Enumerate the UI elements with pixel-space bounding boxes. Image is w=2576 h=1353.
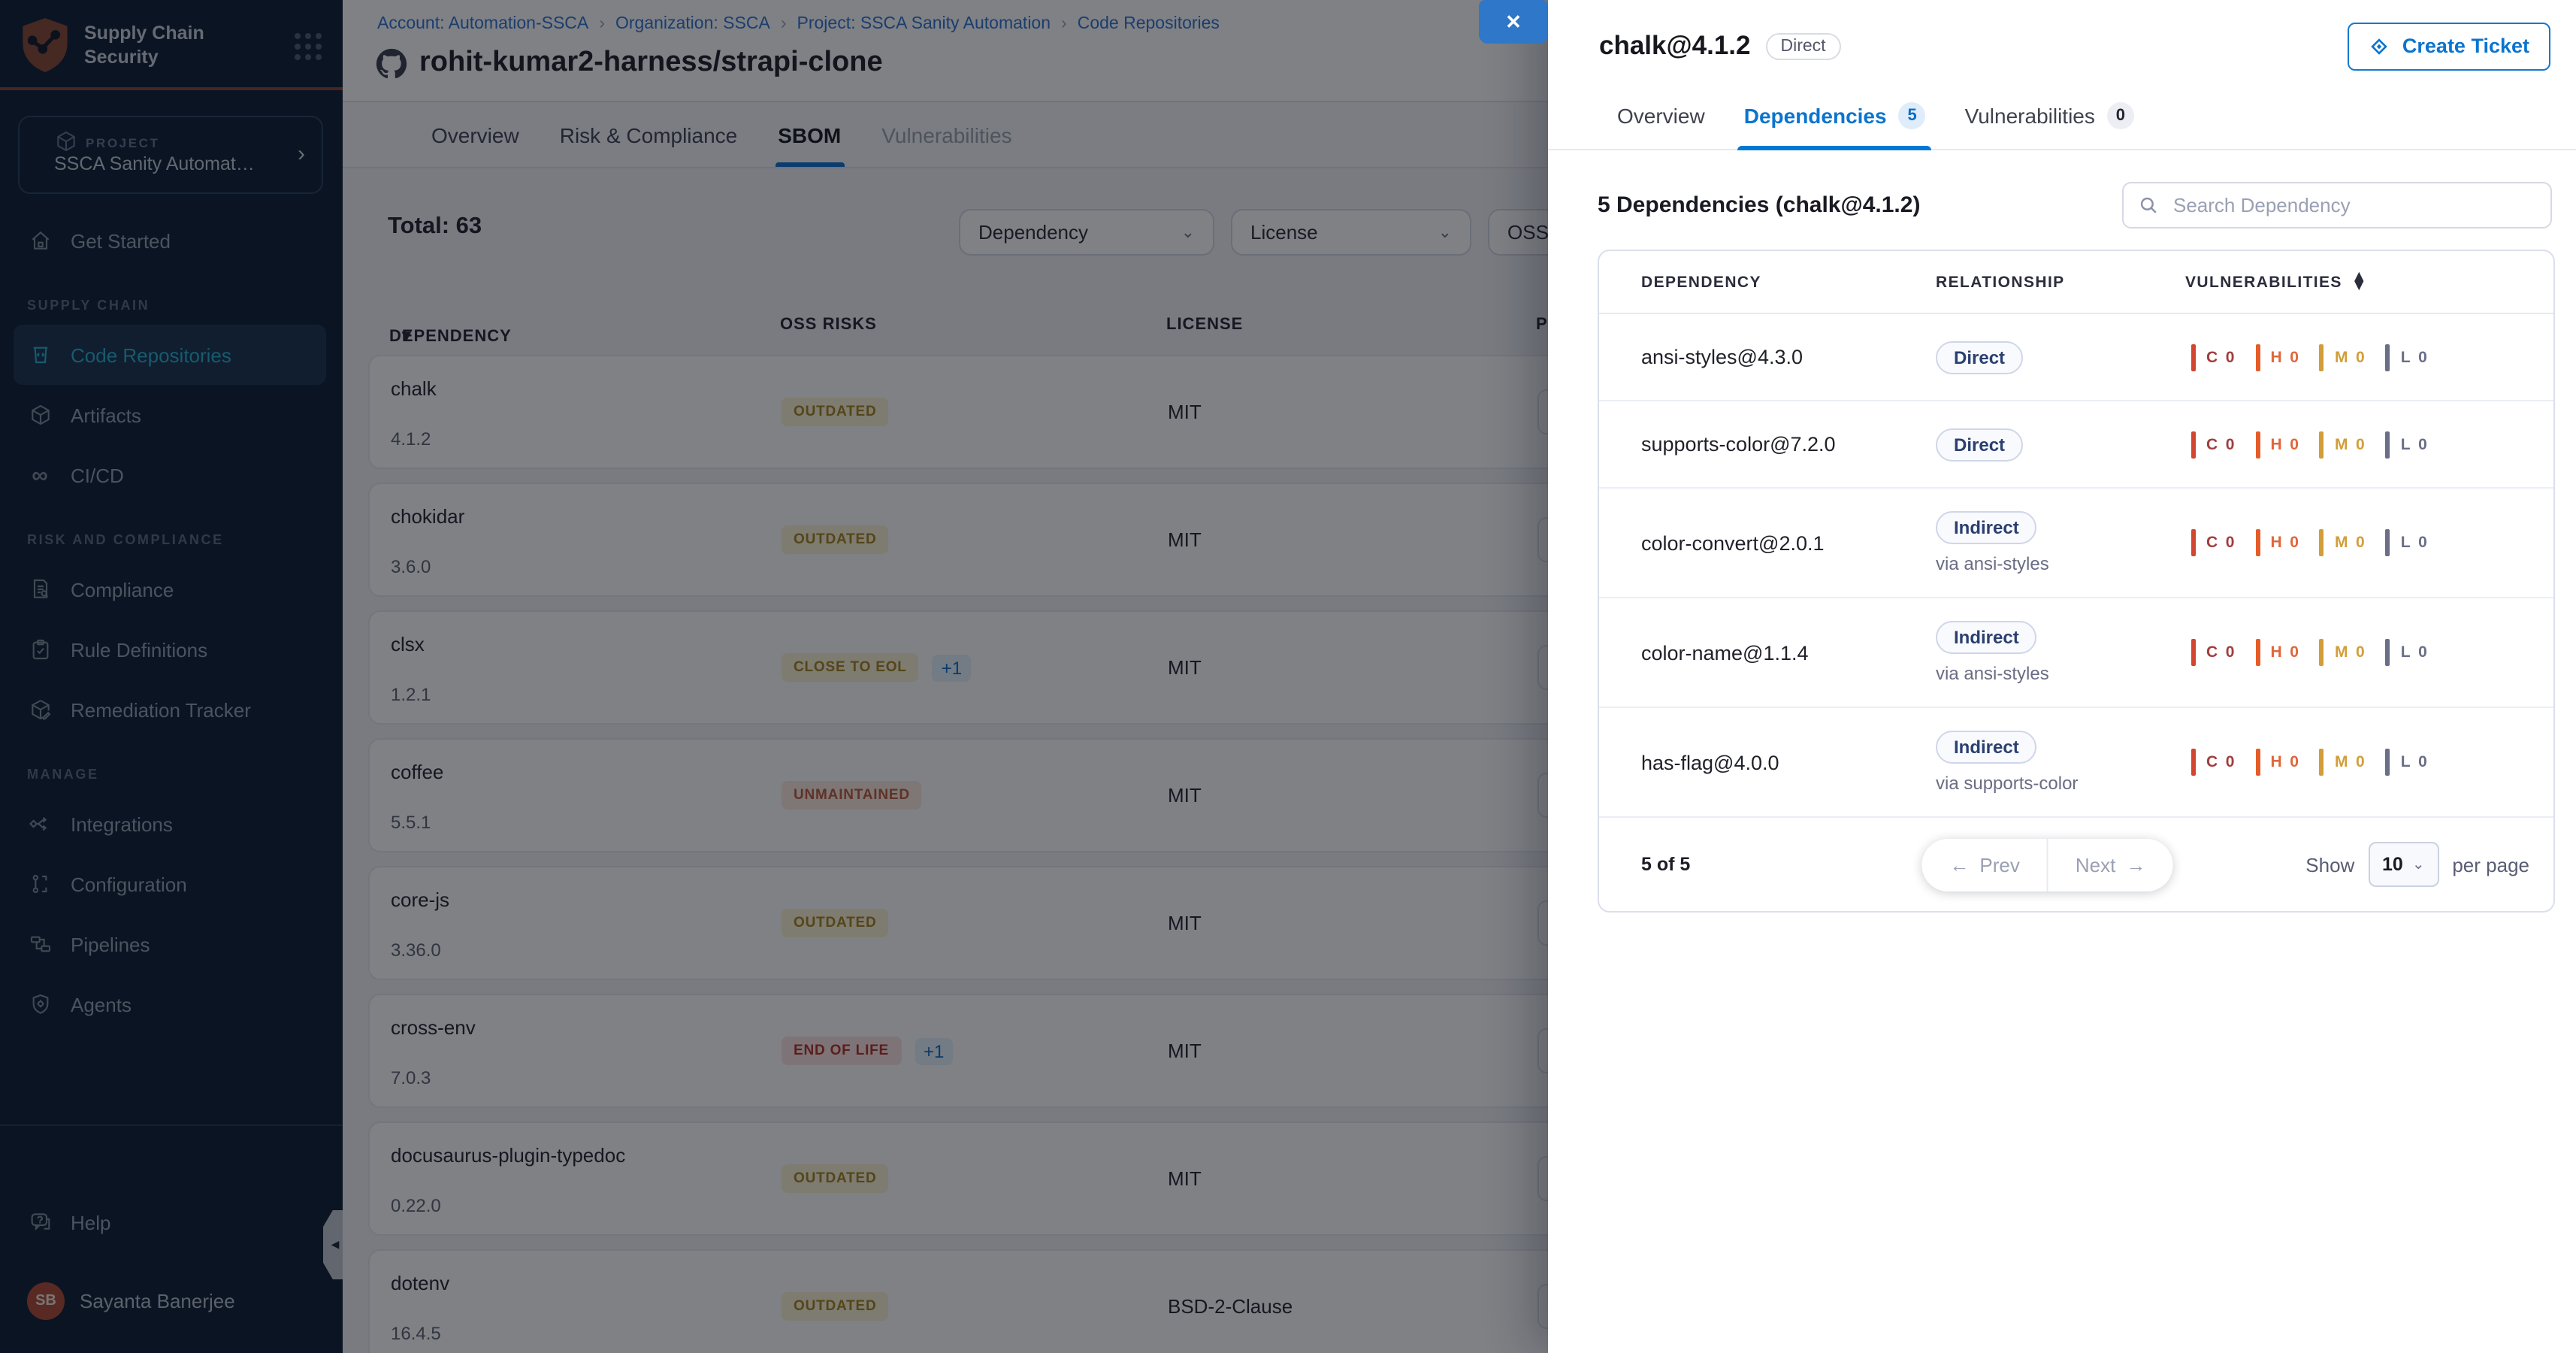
- ticket-diamond-icon: [2369, 35, 2390, 56]
- chevron-down-icon: ⌄: [2412, 856, 2425, 873]
- high-bar-icon: [2255, 749, 2260, 776]
- drawer-tab[interactable]: Overview: [1617, 102, 1705, 149]
- critical-bar-icon: [2191, 344, 2196, 371]
- drawer-tab-label: Overview: [1617, 104, 1705, 128]
- critical-bar-icon: [2191, 529, 2196, 556]
- medium-bar-icon: [2320, 749, 2324, 776]
- via-text: via ansi-styles: [1936, 663, 2049, 684]
- create-ticket-button[interactable]: Create Ticket: [2348, 22, 2550, 70]
- vulnerability-counts: C0 H0 M0 L0: [2185, 344, 2448, 371]
- search-input[interactable]: [2170, 192, 2535, 217]
- pagination: 5 of 5 ←Prev Next→ Show 10⌄ per page: [1599, 818, 2553, 911]
- dependency-name: ansi-styles@4.3.0: [1641, 346, 1936, 368]
- low-bar-icon: [2386, 344, 2390, 371]
- list-item[interactable]: supports-color@7.2.0 Direct C0 H0 M0 L0: [1599, 401, 2553, 489]
- vulnerability-counts: C0 H0 M0 L0: [2185, 529, 2448, 556]
- relationship-cell: Direct: [1936, 341, 2185, 374]
- relationship-cell: Indirect via ansi-styles: [1936, 511, 2185, 574]
- dependency-drawer: ✕ chalk@4.1.2 Direct Create Ticket Overv…: [1548, 0, 2576, 1353]
- drawer-tab-label: Dependencies: [1744, 104, 1887, 128]
- list-item[interactable]: has-flag@4.0.0 Indirect via supports-col…: [1599, 708, 2553, 818]
- col-relationship: RELATIONSHIP: [1936, 273, 2185, 291]
- relationship-pill: Indirect: [1936, 621, 2037, 654]
- medium-bar-icon: [2320, 529, 2324, 556]
- via-text: via supports-color: [1936, 773, 2078, 794]
- relationship-pill: Direct: [1936, 341, 2023, 374]
- drawer-header: chalk@4.1.2 Direct Create Ticket: [1548, 0, 2576, 69]
- high-bar-icon: [2255, 431, 2260, 458]
- search-icon: [2139, 195, 2158, 214]
- critical-bar-icon: [2191, 749, 2196, 776]
- vulnerability-counts: C0 H0 M0 L0: [2185, 639, 2448, 666]
- vulnerability-counts: C0 H0 M0 L0: [2185, 431, 2448, 458]
- drawer-tab[interactable]: Vulnerabilities 0: [1965, 102, 2134, 149]
- vulnerability-counts: C0 H0 M0 L0: [2185, 749, 2448, 776]
- arrow-left-icon: ←: [1949, 853, 1969, 876]
- high-bar-icon: [2255, 344, 2260, 371]
- drawer-title: chalk@4.1.2: [1599, 30, 1751, 62]
- critical-bar-icon: [2191, 639, 2196, 666]
- drawer-tab[interactable]: Dependencies 5: [1744, 102, 1926, 149]
- page-info: 5 of 5: [1641, 854, 1690, 875]
- medium-bar-icon: [2320, 431, 2324, 458]
- relationship-pill: Indirect: [1936, 511, 2037, 544]
- list-item[interactable]: color-name@1.1.4 Indirect via ansi-style…: [1599, 598, 2553, 708]
- low-bar-icon: [2386, 749, 2390, 776]
- dependency-name: has-flag@4.0.0: [1641, 751, 1936, 773]
- arrow-right-icon: →: [2126, 853, 2145, 876]
- drawer-tab-label: Vulnerabilities: [1965, 104, 2095, 128]
- high-bar-icon: [2255, 639, 2260, 666]
- list-item[interactable]: color-convert@2.0.1 Indirect via ansi-st…: [1599, 489, 2553, 598]
- dependency-name: color-name@1.1.4: [1641, 641, 1936, 664]
- low-bar-icon: [2386, 431, 2390, 458]
- app: Supply Chain Security PROJECT SSCA Sanit…: [0, 0, 2576, 1353]
- dependencies-rows: ansi-styles@4.3.0 Direct C0 H0 M0 L0 sup: [1599, 314, 2553, 818]
- relationship-badge: Direct: [1766, 32, 1841, 59]
- section-title: 5 Dependencies (chalk@4.1.2): [1598, 192, 1920, 217]
- per-page-label: per page: [2452, 853, 2529, 876]
- dependency-name: color-convert@2.0.1: [1641, 531, 1936, 554]
- medium-bar-icon: [2320, 639, 2324, 666]
- col-vulnerabilities[interactable]: VULNERABILITIES ▲▼: [2185, 273, 2368, 291]
- show-label: Show: [2305, 853, 2354, 876]
- dependencies-table: DEPENDENCY RELATIONSHIP VULNERABILITIES …: [1598, 250, 2555, 913]
- col-dependency: DEPENDENCY: [1641, 273, 1936, 291]
- search-box: [2122, 181, 2552, 228]
- close-icon[interactable]: ✕: [1479, 0, 1548, 44]
- page-size-group: Show 10⌄ per page: [2305, 842, 2529, 887]
- dependencies-section-header: 5 Dependencies (chalk@4.1.2): [1548, 162, 2576, 247]
- relationship-cell: Direct: [1936, 428, 2185, 461]
- relationship-cell: Indirect via supports-color: [1936, 731, 2185, 794]
- critical-bar-icon: [2191, 431, 2196, 458]
- prev-button[interactable]: ←Prev: [1922, 838, 2046, 891]
- dependencies-table-header: DEPENDENCY RELATIONSHIP VULNERABILITIES …: [1599, 251, 2553, 314]
- tab-count-badge: 0: [2107, 102, 2134, 129]
- drawer-tabs: Overview Dependencies 5 Vulnerabilities …: [1548, 69, 2576, 150]
- via-text: via ansi-styles: [1936, 553, 2049, 574]
- pager: ←Prev Next→: [1922, 838, 2172, 891]
- sort-icon: ▲▼: [2351, 274, 2368, 290]
- tab-count-badge: 5: [1899, 102, 1926, 129]
- relationship-cell: Indirect via ansi-styles: [1936, 621, 2185, 684]
- list-item[interactable]: ansi-styles@4.3.0 Direct C0 H0 M0 L0: [1599, 314, 2553, 401]
- high-bar-icon: [2255, 529, 2260, 556]
- relationship-pill: Indirect: [1936, 731, 2037, 764]
- low-bar-icon: [2386, 639, 2390, 666]
- medium-bar-icon: [2320, 344, 2324, 371]
- low-bar-icon: [2386, 529, 2390, 556]
- relationship-pill: Direct: [1936, 428, 2023, 461]
- dependency-name: supports-color@7.2.0: [1641, 433, 1936, 456]
- next-button[interactable]: Next→: [2047, 838, 2172, 891]
- page-size-select[interactable]: 10⌄: [2368, 842, 2438, 887]
